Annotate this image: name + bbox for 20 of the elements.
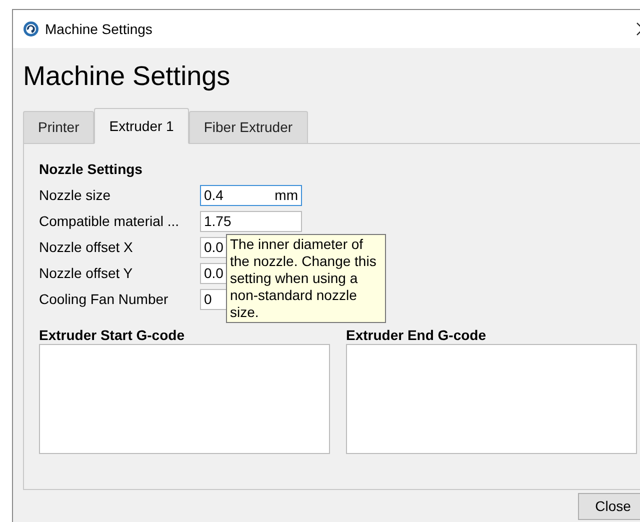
input-field[interactable]: 0.4 mm [200, 184, 302, 206]
app-logo-icon [23, 21, 39, 37]
field-label: Cooling Fan Number [39, 290, 170, 309]
gcode-editor[interactable] [39, 344, 330, 454]
field-label: Nozzle size [39, 186, 112, 204]
tab[interactable]: Fiber Extruder [188, 111, 308, 144]
close-button[interactable]: Close [578, 493, 640, 520]
gcode-heading: Extruder End G-code [346, 326, 488, 344]
tab[interactable]: Printer [23, 111, 94, 144]
tab[interactable]: Extruder 1 [94, 108, 189, 144]
input-field[interactable]: 1.75 [200, 210, 302, 232]
window-title: Machine Settings [45, 20, 152, 39]
dialog-heading: Machine Settings [23, 61, 230, 91]
field-label: Nozzle offset Y [39, 264, 134, 282]
gcode-editor[interactable] [346, 344, 637, 454]
field-label: Compatible material ... [39, 212, 180, 231]
gcode-heading: Extruder Start G-code [39, 326, 186, 344]
tooltip: The inner diameter of the nozzle. Change this setting when using a non-standard nozzle size. [226, 234, 386, 323]
section-heading: Nozzle Settings [39, 161, 142, 177]
field-label: Nozzle offset X [39, 238, 134, 256]
